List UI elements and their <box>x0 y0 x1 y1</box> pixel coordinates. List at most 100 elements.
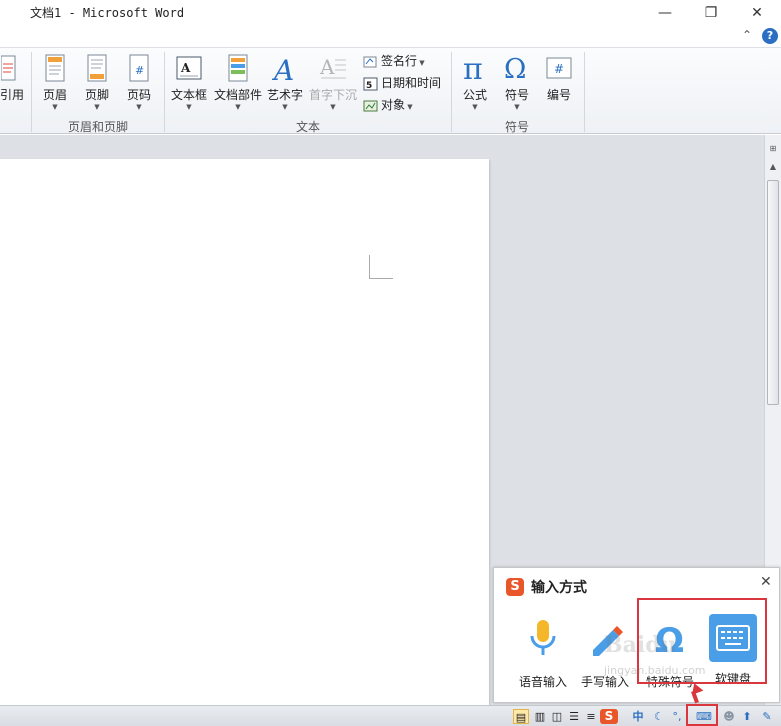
numbering-icon: # <box>546 57 572 79</box>
group-separator <box>584 52 585 132</box>
svg-text:A: A <box>319 55 335 79</box>
ime-input-mode-popup: S 输入方式 ✕ 语音输入 手写输入 Ω 特殊符号 软键盘 Baidu jing… <box>493 567 780 703</box>
window-title: 文档1 - Microsoft Word <box>30 6 185 20</box>
header-icon <box>45 54 65 82</box>
svg-text:#: # <box>135 64 144 77</box>
ime-language-toggle[interactable]: 中 <box>630 709 646 724</box>
signature-line-label: 签名行 <box>381 54 418 68</box>
omega-icon: Ω <box>504 54 526 84</box>
sogou-logo-icon[interactable]: S <box>600 709 618 724</box>
group-separator <box>164 52 165 132</box>
ribbon-button-footer[interactable]: 页脚 ▼ <box>82 54 112 111</box>
document-page[interactable] <box>0 159 489 705</box>
scroll-up-icon[interactable]: ▲ <box>766 159 780 175</box>
ruler-toggle-icon[interactable]: ⊞ <box>766 141 780 157</box>
pi-icon: π <box>463 52 483 84</box>
ribbon-tab-strip: ⌃ ? <box>0 26 781 48</box>
wordart-label: 艺术字 <box>266 88 303 102</box>
chevron-down-icon: ▼ <box>94 103 100 111</box>
ribbon-button-wordart[interactable]: A 艺术字 ▼ <box>266 54 304 111</box>
object-icon <box>363 100 378 111</box>
quick-parts-icon <box>228 54 248 82</box>
chevron-down-icon: ▼ <box>405 103 413 111</box>
close-icon[interactable]: ✕ <box>760 574 772 590</box>
numbering-label: 编号 <box>546 88 571 102</box>
draft-view-icon[interactable]: ≡ <box>584 709 598 724</box>
sogou-logo-icon: S <box>506 578 524 596</box>
outline-view-icon[interactable]: ☰ <box>567 709 581 724</box>
svg-text:5: 5 <box>366 81 372 91</box>
margin-corner-mark <box>369 255 393 279</box>
group-separator <box>31 52 32 132</box>
svg-text:π: π <box>463 52 483 84</box>
quick-parts-label: 文档部件 <box>214 88 263 102</box>
date-time-button[interactable]: 5 日期和时间 <box>363 73 441 93</box>
footer-icon <box>87 54 107 82</box>
ribbon-button-numbering[interactable]: # 编号 <box>542 52 576 103</box>
baidu-watermark-site: jingyan.baidu.com <box>604 664 706 677</box>
web-layout-icon[interactable]: ◫ <box>550 709 564 724</box>
moon-icon[interactable]: ☾ <box>652 709 666 724</box>
object-label: 对象 <box>381 98 406 112</box>
minimize-button[interactable]: — <box>652 2 678 24</box>
voice-input-label: 语音输入 <box>518 675 567 689</box>
group-label-header-footer: 页眉和页脚 <box>67 120 128 134</box>
group-label-text: 文本 <box>295 120 320 134</box>
textbox-label: 文本框 <box>170 88 207 102</box>
object-button[interactable]: 对象 ▼ <box>363 95 413 115</box>
scroll-thumb[interactable] <box>767 180 779 405</box>
signature-line-button[interactable]: 签名行 ▼ <box>363 51 425 71</box>
drop-cap-icon: A <box>319 55 346 79</box>
header-label: 页眉 <box>42 88 67 102</box>
title-bar: 文档1 - Microsoft Word — ❐ ✕ <box>0 0 781 26</box>
wordart-icon: A <box>271 54 294 84</box>
ribbon-button-textbox[interactable]: A 文本框 ▼ <box>170 54 208 111</box>
full-screen-reading-icon[interactable]: ▥ <box>533 709 547 724</box>
ime-punctuation-toggle[interactable]: °, <box>670 709 684 724</box>
voice-input-button[interactable]: 语音输入 <box>512 614 574 690</box>
chevron-down-icon: ▼ <box>136 103 142 111</box>
svg-text:A: A <box>180 61 191 75</box>
ribbon-button-header[interactable]: 页眉 ▼ <box>40 54 70 111</box>
symbol-label: 符号 <box>504 88 529 102</box>
svg-text:Ω: Ω <box>504 54 526 84</box>
chevron-down-icon: ▼ <box>235 103 241 111</box>
drop-cap-label: 首字下沉 <box>308 88 357 102</box>
ribbon-button-label: 引用 <box>0 88 25 102</box>
highlight-annotation <box>686 704 718 726</box>
chevron-down-icon: ▼ <box>330 103 336 111</box>
signature-icon <box>363 56 377 67</box>
svg-text:#: # <box>554 62 564 76</box>
reference-icon <box>1 55 16 81</box>
baidu-watermark: Baidu <box>604 632 677 658</box>
collapse-ribbon-icon[interactable]: ⌃ <box>742 28 752 42</box>
group-separator <box>451 52 452 132</box>
print-layout-view-icon[interactable]: ▤ <box>513 709 529 724</box>
svg-text:A: A <box>271 54 294 84</box>
wrench-icon[interactable]: ✎ <box>760 709 774 724</box>
help-icon[interactable]: ? <box>762 28 778 44</box>
shirt-skin-icon[interactable]: ⬆ <box>740 709 754 724</box>
ime-popup-title: 输入方式 <box>531 580 587 596</box>
microphone-icon <box>530 620 556 655</box>
equation-label: 公式 <box>462 88 487 102</box>
ribbon-button-citation[interactable]: 引用 <box>0 54 24 103</box>
status-bar: ▤ ▥ ◫ ☰ ≡ S 中 ☾ °, ⌨ ☻ ⬆ ✎ <box>0 705 781 726</box>
date-time-label: 日期和时间 <box>381 76 442 90</box>
chevron-down-icon: ▼ <box>52 103 58 111</box>
chevron-down-icon: ▼ <box>186 103 192 111</box>
ribbon-button-equation[interactable]: π 公式 ▼ <box>458 52 492 111</box>
restore-button[interactable]: ❐ <box>698 2 724 24</box>
close-button[interactable]: ✕ <box>744 2 770 24</box>
footer-label: 页脚 <box>84 88 109 102</box>
ribbon-button-quick-parts[interactable]: 文档部件 ▼ <box>214 54 262 111</box>
chevron-down-icon: ▼ <box>417 59 425 67</box>
ribbon-button-page-number[interactable]: # 页码 ▼ <box>124 54 154 111</box>
ribbon-button-symbol[interactable]: Ω 符号 ▼ <box>500 52 534 111</box>
ribbon-button-drop-cap[interactable]: A 首字下沉 ▼ <box>308 54 358 111</box>
page-number-icon: # <box>129 54 149 82</box>
textbox-icon: A <box>176 56 202 80</box>
page-number-label: 页码 <box>126 88 151 102</box>
chevron-down-icon: ▼ <box>282 103 288 111</box>
user-icon[interactable]: ☻ <box>722 709 736 724</box>
